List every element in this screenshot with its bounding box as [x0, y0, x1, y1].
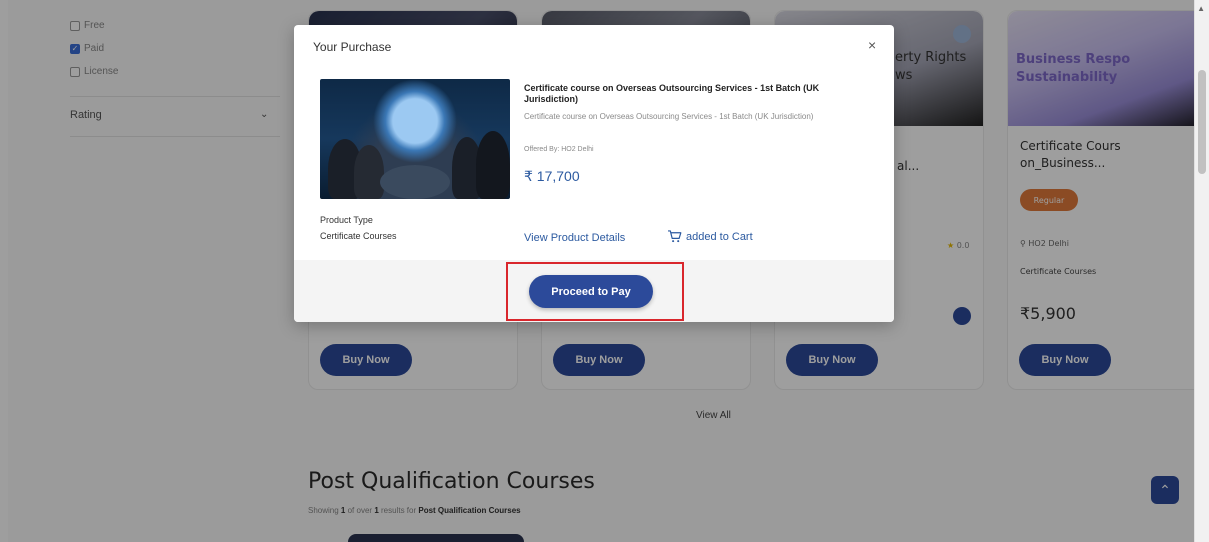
proceed-to-pay-button[interactable]: Proceed to Pay	[529, 275, 653, 308]
page-scrollbar[interactable]: ▲	[1194, 0, 1209, 542]
purchase-modal: Your Purchase × Certificate course on Ov…	[294, 25, 894, 322]
product-offered-by: Offered By: HO2 Delhi	[524, 146, 594, 153]
product-type-label: Product Type	[320, 215, 373, 225]
scroll-up-arrow-icon[interactable]: ▲	[1197, 4, 1205, 13]
added-to-cart-status: added to Cart	[667, 230, 753, 243]
modal-title: Your Purchase	[313, 40, 392, 54]
product-image	[320, 79, 510, 199]
scrollbar-thumb[interactable]	[1198, 70, 1206, 174]
added-to-cart-label: added to Cart	[686, 230, 753, 243]
view-product-details-link[interactable]: View Product Details	[524, 232, 625, 244]
cart-icon	[668, 230, 682, 243]
product-price: ₹ 17,700	[524, 168, 580, 184]
product-type-value: Certificate Courses	[320, 231, 397, 241]
product-title: Certificate course on Overseas Outsourci…	[524, 83, 820, 104]
close-icon[interactable]: ×	[868, 37, 876, 53]
product-description: Certificate course on Overseas Outsourci…	[524, 112, 814, 121]
